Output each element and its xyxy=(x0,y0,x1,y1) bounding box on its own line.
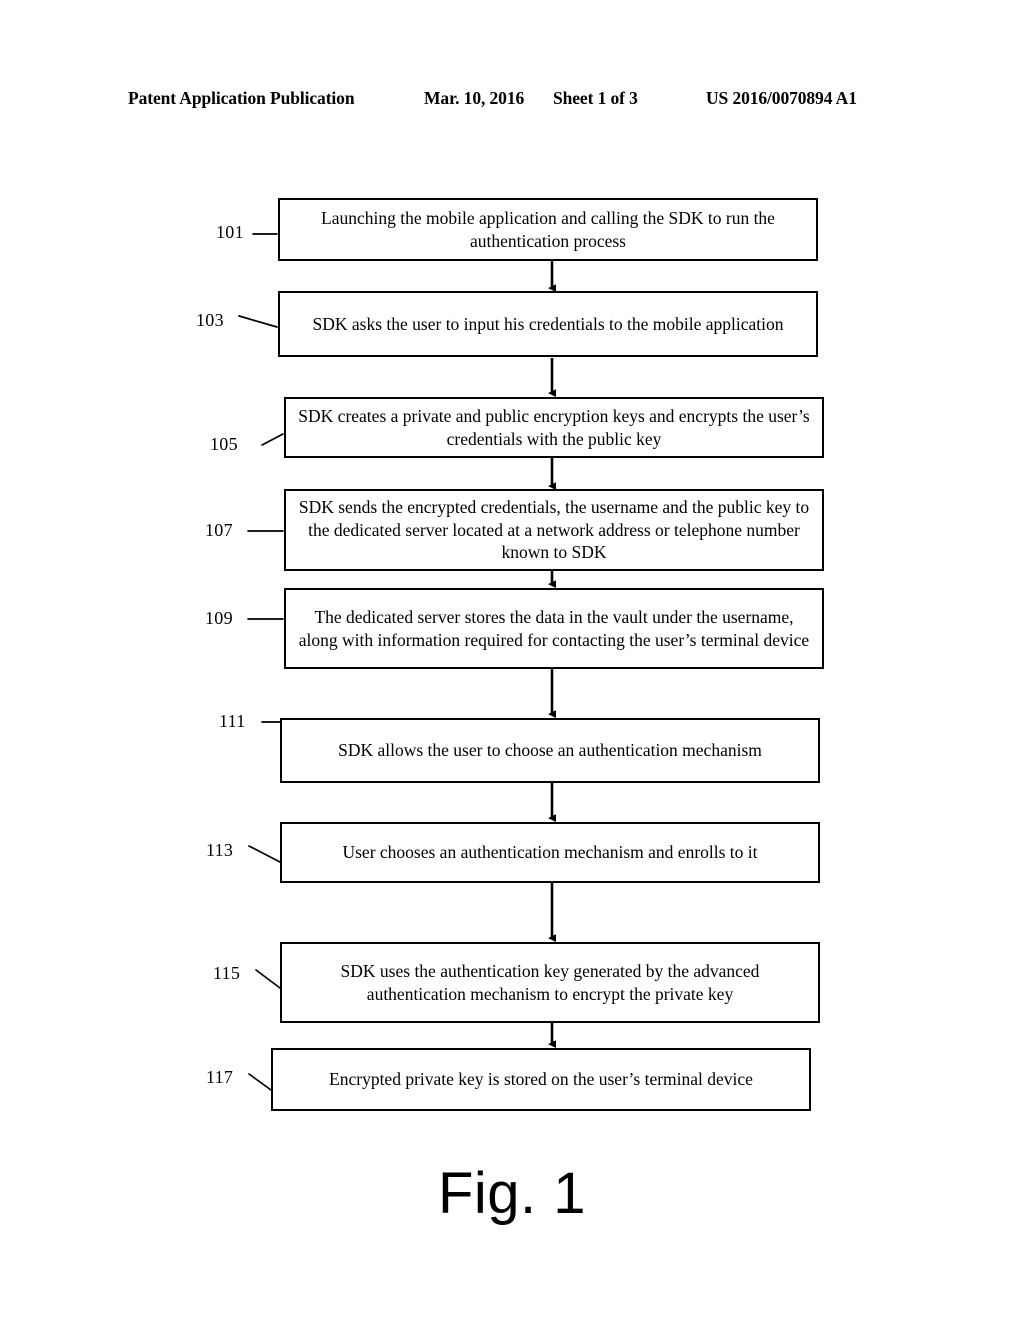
flow-step-103: SDK asks the user to input his credentia… xyxy=(278,291,818,357)
ref-numeral-117: 117 xyxy=(206,1067,234,1087)
flow-step-113-text: User chooses an authentication mechanism… xyxy=(342,842,758,863)
flow-step-113: User chooses an authentication mechanism… xyxy=(280,822,820,883)
flow-step-109: The dedicated server stores the data in … xyxy=(284,588,824,669)
figure-caption: Fig. 1 xyxy=(437,1161,587,1226)
ref-numeral-111: 111 xyxy=(219,711,246,731)
flow-step-107-text: SDK sends the encrypted credentials, the… xyxy=(298,496,810,563)
ref-numeral-109: 109 xyxy=(205,608,233,628)
ref-numeral-115: 115 xyxy=(213,963,241,983)
flowchart: 101 Launching the mobile application and… xyxy=(0,0,1024,1320)
flow-step-107: SDK sends the encrypted credentials, the… xyxy=(284,489,824,571)
flow-step-105-text: SDK creates a private and public encrypt… xyxy=(298,405,810,449)
flow-step-115: SDK uses the authentication key generate… xyxy=(280,942,820,1023)
flow-step-101: Launching the mobile application and cal… xyxy=(278,198,818,261)
ref-numeral-103: 103 xyxy=(196,310,224,330)
flow-step-117-text: Encrypted private key is stored on the u… xyxy=(329,1069,753,1090)
flow-step-117: Encrypted private key is stored on the u… xyxy=(271,1048,811,1111)
ref-numeral-105: 105 xyxy=(210,434,238,454)
flow-step-111-text: SDK allows the user to choose an authent… xyxy=(338,740,762,761)
flow-step-109-text: The dedicated server stores the data in … xyxy=(298,606,810,650)
ref-numeral-113: 113 xyxy=(206,840,234,860)
flow-step-101-text: Launching the mobile application and cal… xyxy=(321,207,775,251)
ref-numeral-101: 101 xyxy=(216,222,244,242)
flow-step-103-text: SDK asks the user to input his credentia… xyxy=(312,313,784,334)
flow-step-111: SDK allows the user to choose an authent… xyxy=(280,718,820,783)
flow-step-115-text: SDK uses the authentication key generate… xyxy=(340,960,760,1004)
patent-figure-page: Patent Application Publication Mar. 10, … xyxy=(0,0,1024,1320)
flow-step-105: SDK creates a private and public encrypt… xyxy=(284,397,824,458)
ref-numeral-107: 107 xyxy=(205,520,233,540)
